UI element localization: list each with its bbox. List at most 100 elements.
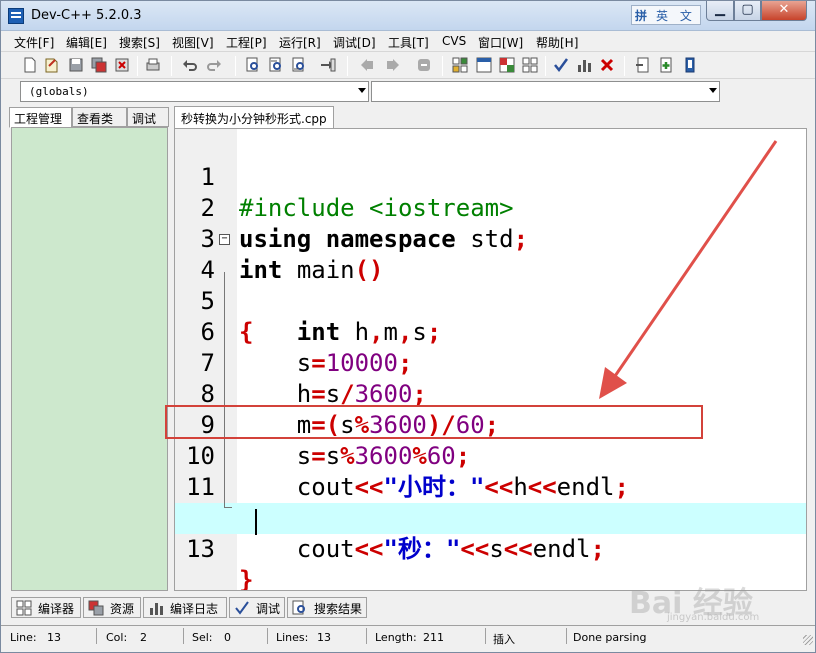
- profile-icon[interactable]: [575, 56, 593, 74]
- status-separator: [566, 628, 567, 644]
- status-col-label: Col:: [106, 631, 128, 644]
- ime-indicator[interactable]: 拼 英 文: [631, 5, 701, 25]
- scope-select[interactable]: (globals): [20, 81, 369, 102]
- menu-search[interactable]: 搜索[S]: [119, 34, 160, 51]
- menu-debug[interactable]: 调试[D]: [333, 34, 376, 51]
- code-line-12[interactable]: 12 cout<<"秒："<<s<<endl;: [175, 472, 806, 563]
- tab-debug-output[interactable]: 调试: [229, 597, 285, 618]
- project-tree-panel[interactable]: [11, 127, 168, 591]
- new-project-icon[interactable]: [634, 56, 652, 74]
- status-length-value: 211: [423, 631, 444, 644]
- fold-collapse-icon[interactable]: −: [219, 234, 230, 245]
- tab-compile-log[interactable]: 编译日志: [143, 597, 227, 618]
- print-icon[interactable]: [144, 56, 162, 74]
- tab-compiler[interactable]: 编译器: [11, 597, 81, 618]
- remove-file-icon[interactable]: [681, 56, 699, 74]
- code-line-3[interactable]: 3 int main(): [175, 193, 806, 284]
- code-line-2[interactable]: 2 using namespace std;: [175, 162, 806, 253]
- redo-icon[interactable]: [205, 56, 223, 74]
- menu-project[interactable]: 工程[P]: [226, 34, 267, 51]
- code-line-5[interactable]: 5 int h,m,s;: [175, 255, 806, 346]
- toolbar-separator: [624, 56, 625, 76]
- ide-window: Dev-C++ 5.2.0.3 拼 英 文 ▁ ▢ ✕ 文件[F] 编辑[E] …: [0, 0, 816, 653]
- compiler-icon: [16, 600, 32, 616]
- maximize-button[interactable]: ▢: [734, 1, 761, 21]
- menu-window[interactable]: 窗口[W]: [478, 34, 523, 51]
- tab-project[interactable]: 工程管理: [9, 107, 72, 128]
- code-line-8[interactable]: 8 m=(s%3600)/60;: [175, 348, 806, 439]
- compile-run-icon[interactable]: [498, 56, 516, 74]
- title-bar[interactable]: Dev-C++ 5.2.0.3 拼 英 文 ▁ ▢ ✕: [1, 1, 815, 31]
- check-syntax-icon[interactable]: [552, 56, 570, 74]
- menu-run[interactable]: 运行[R]: [279, 34, 321, 51]
- tab-classes[interactable]: 查看类: [72, 107, 127, 127]
- status-insert-mode: 插入: [493, 633, 515, 646]
- code-line-13[interactable]: 13 }: [175, 503, 806, 590]
- tab-search-results-label: 搜索结果: [314, 602, 363, 616]
- tab-compile-log-label: 编译日志: [170, 602, 219, 616]
- watermark-url: jingyan.baidu.com: [667, 612, 760, 623]
- code-text: cout<<"秒："<<s<<endl;: [296, 535, 605, 563]
- compile-icon[interactable]: [451, 56, 469, 74]
- add-file-icon[interactable]: [657, 56, 675, 74]
- code-line-6[interactable]: 6 s=10000;: [175, 286, 806, 377]
- menu-help[interactable]: 帮助[H]: [536, 34, 578, 51]
- minimize-button[interactable]: ▁: [706, 1, 734, 21]
- close-file-icon[interactable]: [113, 56, 131, 74]
- status-col-value: 2: [140, 631, 147, 644]
- find-next-icon[interactable]: [290, 56, 308, 74]
- goto-line-icon[interactable]: [319, 56, 337, 74]
- class-browser-bar: (globals): [1, 80, 815, 104]
- code-line-1[interactable]: 1 #include <iostream>: [175, 131, 806, 222]
- tab-resources[interactable]: 资源: [83, 597, 141, 618]
- line-number: 13: [175, 534, 215, 565]
- search-icon: [292, 600, 305, 615]
- menu-cvs[interactable]: CVS: [442, 34, 466, 48]
- status-separator: [183, 628, 184, 644]
- toolbar-separator: [545, 56, 546, 76]
- app-icon: [8, 8, 24, 24]
- status-sel-label: Sel:: [192, 631, 213, 644]
- resize-grip[interactable]: [803, 635, 813, 645]
- code-editor[interactable]: 1 #include <iostream> 2 using namespace …: [174, 128, 807, 591]
- undo-icon[interactable]: [181, 56, 199, 74]
- toolbar-separator: [442, 56, 443, 76]
- close-button[interactable]: ✕: [761, 1, 807, 21]
- status-line-label: Line:: [10, 631, 37, 644]
- scope-select-value: (globals): [29, 85, 89, 98]
- menu-edit[interactable]: 编辑[E]: [66, 34, 107, 51]
- tab-debug[interactable]: 调试: [127, 107, 169, 127]
- menu-tools[interactable]: 工具[T]: [388, 34, 429, 51]
- save-icon[interactable]: [67, 56, 85, 74]
- status-separator: [366, 628, 367, 644]
- resources-icon: [88, 600, 104, 616]
- forward-icon[interactable]: [384, 56, 402, 74]
- run-icon[interactable]: [475, 56, 493, 74]
- save-all-icon[interactable]: [90, 56, 108, 74]
- code-line-4[interactable]: 4 − {: [175, 224, 806, 347]
- editor-file-tab[interactable]: 秒转换为小分钟秒形式.cpp: [174, 106, 334, 128]
- open-file-icon[interactable]: [43, 56, 61, 74]
- status-line-value: 13: [47, 631, 61, 644]
- tab-search-results[interactable]: 搜索结果: [287, 597, 367, 618]
- new-file-icon[interactable]: [21, 56, 39, 74]
- code-line-7[interactable]: 7 h=s/3600;: [175, 317, 806, 408]
- status-separator: [267, 628, 268, 644]
- rebuild-icon[interactable]: [521, 56, 539, 74]
- stop-icon[interactable]: [598, 56, 616, 74]
- status-length-label: Length:: [375, 631, 417, 644]
- code-line-11[interactable]: 11 cout<<"分钟："<<m<<endl;: [175, 441, 806, 532]
- status-message: Done parsing: [573, 631, 647, 644]
- chevron-down-icon: [358, 88, 366, 93]
- menu-file[interactable]: 文件[F]: [14, 34, 54, 51]
- find-icon[interactable]: [244, 56, 262, 74]
- member-select[interactable]: [371, 81, 720, 102]
- replace-icon[interactable]: [267, 56, 285, 74]
- tab-resources-label: 资源: [110, 602, 135, 616]
- ime-logo-icon: 拼: [635, 9, 648, 23]
- menu-view[interactable]: 视图[V]: [172, 34, 214, 51]
- panel-splitter[interactable]: [169, 107, 173, 593]
- back-icon[interactable]: [358, 56, 376, 74]
- bookmark-icon[interactable]: [415, 56, 433, 74]
- menu-bar: 文件[F] 编辑[E] 搜索[S] 视图[V] 工程[P] 运行[R] 调试[D…: [1, 31, 815, 51]
